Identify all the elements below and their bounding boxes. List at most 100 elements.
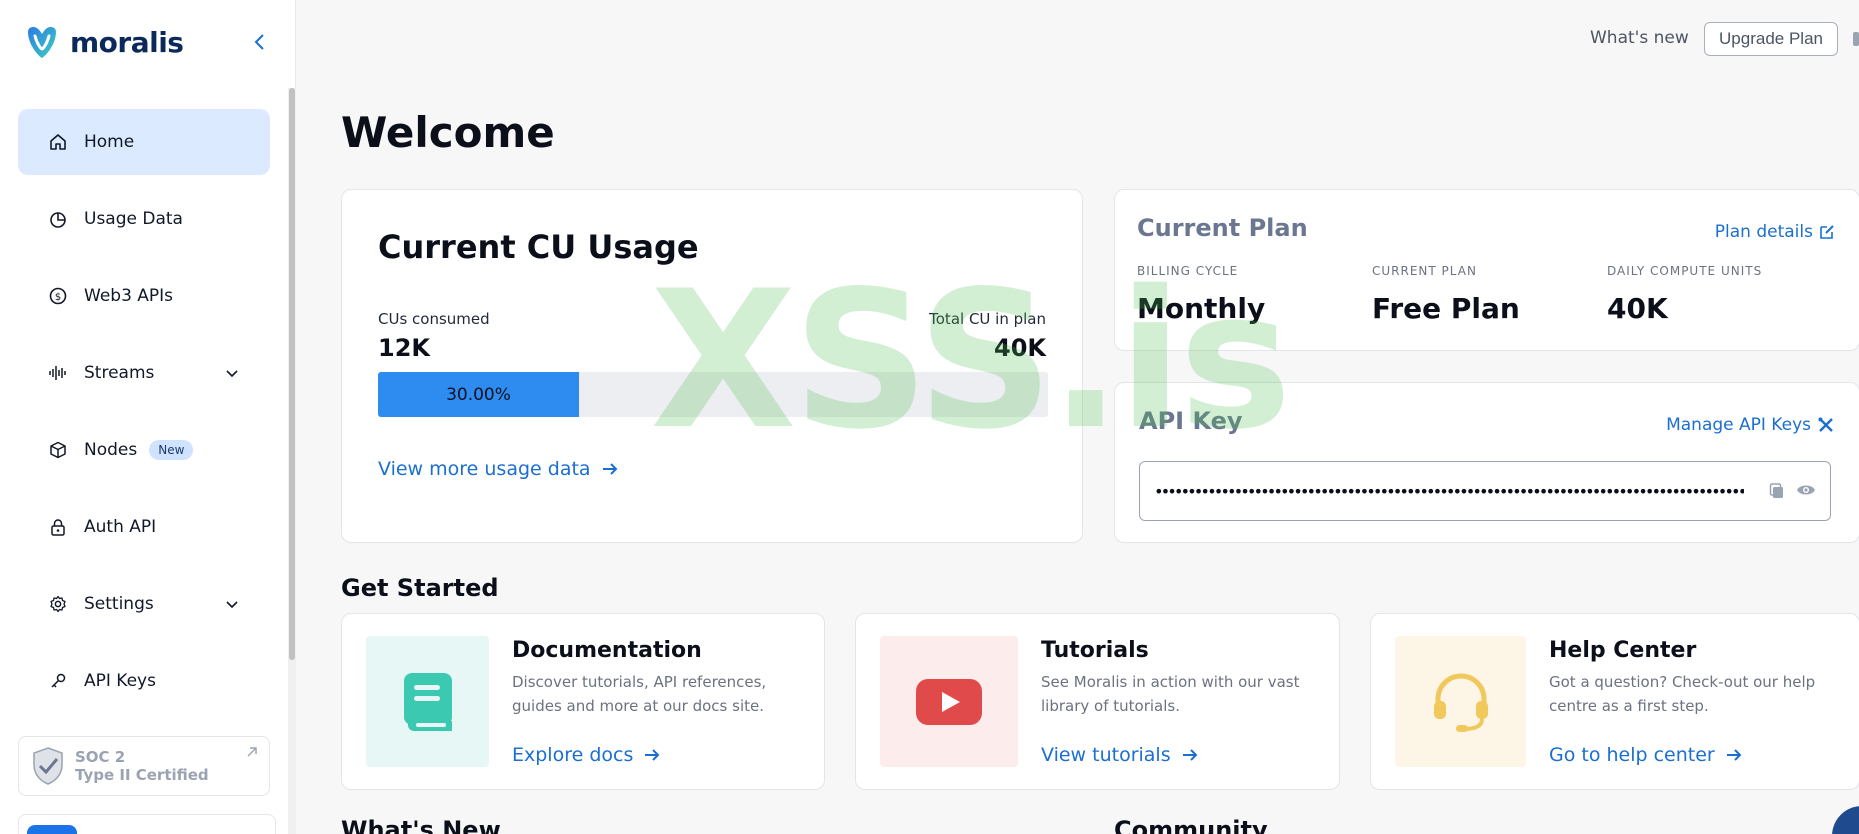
cu-progress-fill: 30.00% <box>378 372 579 417</box>
sidebar-promo-card[interactable] <box>18 814 276 834</box>
sidebar-item-label: Streams <box>84 363 155 383</box>
sidebar-item-web3-apis[interactable]: $ Web3 APIs <box>18 263 270 329</box>
plan-details-label: Plan details <box>1714 222 1813 242</box>
total-cu-label: Total CU in plan <box>929 310 1046 328</box>
current-plan-title: Current Plan <box>1137 214 1308 242</box>
soc2-label: SOC 2 Type II Certified <box>75 748 209 784</box>
chevron-down-icon[interactable] <box>224 596 240 612</box>
go-to-help-center-label: Go to help center <box>1549 744 1715 766</box>
billing-cycle-value: Monthly <box>1137 292 1266 325</box>
documentation-description: Discover tutorials, API references, guid… <box>512 673 767 715</box>
sidebar-item-usage-data[interactable]: Usage Data <box>18 186 270 252</box>
arrow-right-icon <box>602 463 617 475</box>
community-heading: Community <box>1114 816 1268 834</box>
cube-icon <box>48 440 68 460</box>
documentation-title: Documentation <box>512 638 702 663</box>
soc2-line2: Type II Certified <box>75 766 209 784</box>
play-icon <box>916 678 982 725</box>
current-plan-label: CURRENT PLAN <box>1372 264 1477 278</box>
moralis-logo-icon <box>28 26 56 58</box>
manage-api-keys-link[interactable]: Manage API Keys <box>1666 415 1835 435</box>
tutorials-card[interactable]: Tutorials See Moralis in action with our… <box>855 613 1340 790</box>
explore-docs-label: Explore docs <box>512 744 634 766</box>
book-icon <box>403 672 452 731</box>
view-more-usage-link[interactable]: View more usage data <box>378 458 619 480</box>
upgrade-plan-button[interactable]: Upgrade Plan <box>1704 22 1838 56</box>
api-key-card: API Key Manage API Keys <box>1114 382 1859 543</box>
chevron-left-icon <box>254 34 264 50</box>
sidebar-item-label: Home <box>84 132 135 152</box>
explore-docs-link[interactable]: Explore docs <box>512 744 661 766</box>
eye-icon[interactable] <box>1796 482 1816 498</box>
view-tutorials-label: View tutorials <box>1041 744 1171 766</box>
current-plan-value: Free Plan <box>1372 292 1520 325</box>
api-key-field <box>1139 461 1831 521</box>
help-center-thumb <box>1395 636 1526 767</box>
go-to-help-center-link[interactable]: Go to help center <box>1549 744 1743 766</box>
chat-support-button[interactable] <box>1832 806 1859 834</box>
sidebar-item-api-keys[interactable]: API Keys <box>18 648 270 714</box>
sidebar-item-label: API Keys <box>84 671 156 691</box>
soc2-line1: SOC 2 <box>75 748 126 766</box>
help-center-title: Help Center <box>1549 638 1697 663</box>
pie-chart-icon <box>48 209 68 229</box>
daily-compute-field: DAILY COMPUTE UNITS 40K <box>1607 264 1762 325</box>
documentation-thumb <box>366 636 489 767</box>
coin-icon: $ <box>48 286 68 306</box>
cu-usage-title: Current CU Usage <box>378 228 699 266</box>
whats-new-link[interactable]: What's new <box>1590 28 1689 48</box>
daily-compute-value: 40K <box>1607 292 1668 325</box>
sidebar-item-home[interactable]: Home <box>18 109 270 175</box>
tutorials-title: Tutorials <box>1041 638 1149 663</box>
collapse-sidebar-button[interactable] <box>248 30 272 54</box>
tutorials-description: See Moralis in action with our vast libr… <box>1041 673 1300 715</box>
lock-icon <box>48 517 68 537</box>
api-key-title: API Key <box>1139 407 1243 435</box>
help-center-description: Got a question? Check-out our help centr… <box>1549 673 1816 715</box>
sidebar-item-label: Web3 APIs <box>84 286 174 306</box>
view-more-usage-label: View more usage data <box>378 458 591 480</box>
chevron-down-icon[interactable] <box>224 365 240 381</box>
cu-progress-bar: 30.00% <box>378 372 1048 417</box>
edit-icon <box>1820 225 1834 239</box>
brand-name: moralis <box>70 25 184 59</box>
sidebar-item-nodes[interactable]: Nodes New <box>18 417 270 483</box>
help-center-card[interactable]: Help Center Got a question? Check-out ou… <box>1370 613 1859 790</box>
sidebar: moralis Home Usage Data $ Web3 APIs Stre… <box>0 0 296 834</box>
soc2-certification-card[interactable]: SOC 2 Type II Certified <box>18 736 270 796</box>
whats-new-heading: What's New <box>341 816 501 834</box>
account-menu-edge[interactable] <box>1853 32 1859 46</box>
daily-compute-label: DAILY COMPUTE UNITS <box>1607 264 1763 278</box>
sidebar-item-label: Nodes <box>84 440 138 460</box>
shield-check-icon <box>33 747 63 785</box>
arrow-right-icon <box>1182 749 1198 761</box>
home-icon <box>48 132 68 152</box>
get-started-heading: Get Started <box>341 574 499 602</box>
headset-icon <box>1433 673 1488 732</box>
sidebar-item-settings[interactable]: Settings <box>18 571 270 637</box>
sidebar-item-label: Usage Data <box>84 209 183 229</box>
api-key-input[interactable] <box>1154 481 1744 501</box>
tools-icon <box>1818 417 1833 432</box>
sidebar-item-auth-api[interactable]: Auth API <box>18 494 270 560</box>
current-plan-card: Current Plan Plan details BILLING CYCLE … <box>1114 189 1859 351</box>
sidebar-item-streams[interactable]: Streams <box>18 340 270 406</box>
arrow-right-icon <box>1726 749 1742 761</box>
promo-button[interactable] <box>27 825 77 834</box>
view-tutorials-link[interactable]: View tutorials <box>1041 744 1199 766</box>
page-title: Welcome <box>341 108 555 157</box>
manage-api-keys-label: Manage API Keys <box>1666 415 1811 435</box>
sidebar-nav: Home Usage Data $ Web3 APIs Streams Node… <box>18 109 270 725</box>
external-link-icon <box>247 747 257 757</box>
plan-details-link[interactable]: Plan details <box>1715 222 1835 242</box>
new-badge: New <box>149 440 194 460</box>
sidebar-scrollbar-thumb[interactable] <box>289 88 295 660</box>
svg-text:$: $ <box>55 292 61 303</box>
moralis-logo[interactable]: moralis <box>22 22 184 62</box>
tutorials-thumb <box>880 636 1018 767</box>
copy-icon[interactable] <box>1768 482 1786 500</box>
total-cu-value: 40K <box>994 334 1046 362</box>
documentation-card[interactable]: Documentation Discover tutorials, API re… <box>341 613 825 790</box>
billing-cycle-label: BILLING CYCLE <box>1137 264 1239 278</box>
cus-consumed-value: 12K <box>378 334 430 362</box>
